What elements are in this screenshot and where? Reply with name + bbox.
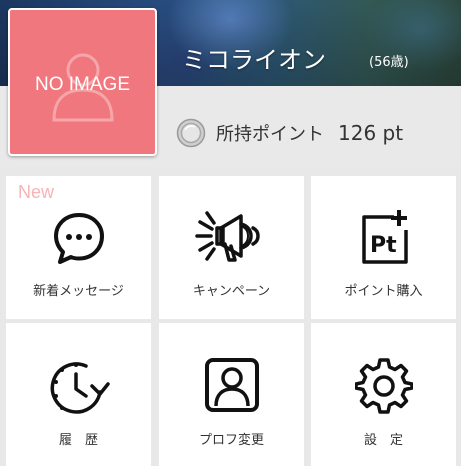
chat-bubble-icon [53, 213, 104, 264]
menu-grid: New 新着メッセージ キャンペーン Pt ポイント購入 履 歴 プロフ変更 設… [6, 176, 459, 466]
menu-item-new-messages[interactable]: New 新着メッセージ [6, 176, 151, 319]
user-name: ミコライオン [182, 46, 326, 74]
points-value: 126 pt [338, 121, 404, 145]
points-display: 所持ポイント 126 pt [176, 117, 403, 149]
no-image-text: NO IMAGE [34, 74, 130, 95]
menu-item-label: プロフ変更 [198, 433, 264, 448]
menu-item-label: 履 歴 [58, 433, 98, 448]
menu-item-campaign[interactable]: キャンペーン [159, 176, 304, 319]
coin-icon [176, 118, 206, 148]
megaphone-icon [194, 211, 260, 262]
menu-item-history[interactable]: 履 歴 [6, 323, 151, 466]
profile-header: NO IMAGE ミコライオン (56歳) 所持ポイント 126 pt [0, 0, 461, 167]
menu-item-settings[interactable]: 設 定 [311, 323, 456, 466]
menu-item-point-purchase[interactable]: Pt ポイント購入 [311, 176, 456, 319]
profile-edit-icon [204, 358, 259, 412]
points-purchase-icon: Pt [361, 210, 408, 264]
menu-item-profile-edit[interactable]: プロフ変更 [159, 323, 304, 466]
history-clock-icon [50, 362, 110, 414]
svg-text:Pt: Pt [370, 233, 397, 258]
menu-item-label: キャンペーン [192, 284, 271, 299]
menu-item-label: 新着メッセージ [33, 284, 124, 299]
menu-item-label: 設 定 [363, 433, 403, 448]
avatar[interactable]: NO IMAGE [8, 8, 157, 156]
user-age: (56歳) [369, 55, 409, 70]
gear-icon [354, 358, 413, 414]
new-badge: New [18, 182, 55, 202]
points-label: 所持ポイント [216, 124, 324, 145]
menu-item-label: ポイント購入 [344, 284, 423, 299]
